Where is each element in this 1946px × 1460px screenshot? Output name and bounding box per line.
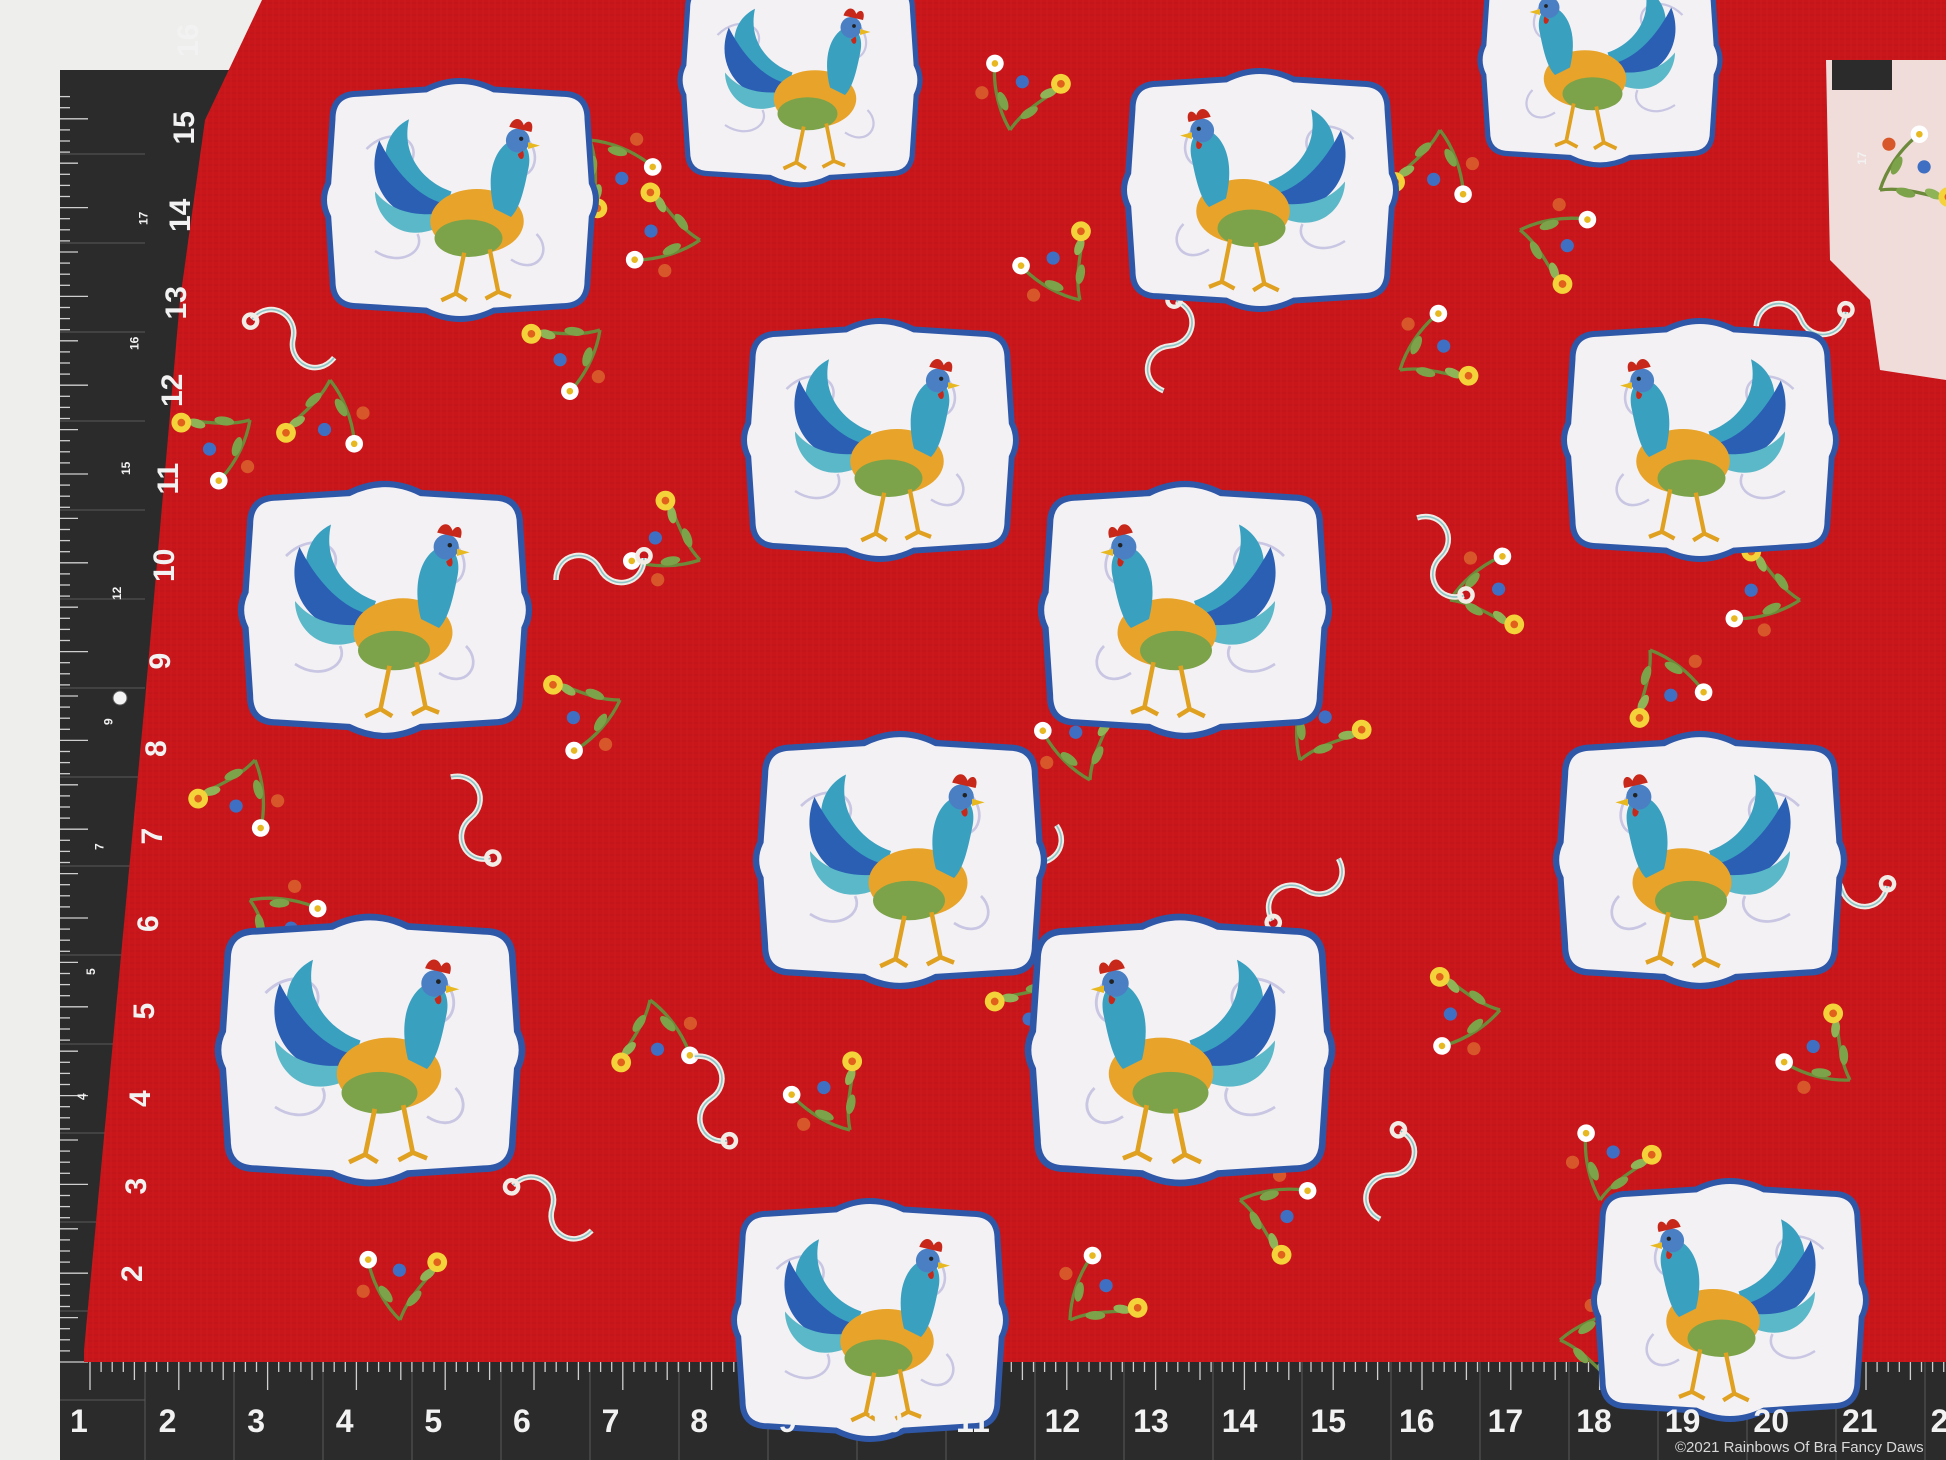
ruler-left-small-number: 16 bbox=[128, 336, 142, 350]
ruler-bottom-number: 19 bbox=[1665, 1403, 1701, 1439]
ruler-bottom-number: 10 bbox=[867, 1403, 903, 1439]
rooster-medallion-icon bbox=[241, 484, 529, 736]
ruler-bottom-number: 17 bbox=[1488, 1403, 1524, 1439]
ruler-left-small-number: 17 bbox=[136, 211, 150, 225]
ruler-left-number: 11 bbox=[152, 463, 185, 495]
ruler-left-number: 8 bbox=[140, 740, 173, 757]
ruler-bottom-number: 18 bbox=[1576, 1403, 1612, 1439]
ruler-left-small-number: 5 bbox=[84, 968, 98, 975]
ruler-left-number: 2 bbox=[116, 1265, 149, 1282]
ruler-bottom-number: 11 bbox=[956, 1403, 990, 1439]
ruler-left-number: 15 bbox=[168, 111, 201, 144]
ruler-bottom-number: 5 bbox=[424, 1403, 442, 1439]
ruler-bottom-number: 7 bbox=[602, 1403, 620, 1439]
ruler-left-number: 10 bbox=[148, 549, 181, 582]
ruler-left-number: 9 bbox=[144, 653, 177, 670]
rooster-medallion-icon bbox=[1564, 321, 1836, 559]
ruler-bottom-number: 15 bbox=[1310, 1403, 1346, 1439]
ruler-left-small-number: 9 bbox=[101, 718, 115, 725]
ruler-bottom-number: 9 bbox=[779, 1403, 797, 1439]
fabric bbox=[84, 0, 1946, 1439]
ruler-bottom-number: 13 bbox=[1133, 1403, 1169, 1439]
ruler-bottom-number: 1 bbox=[70, 1403, 88, 1439]
ruler-left-number: 7 bbox=[136, 828, 169, 845]
ruler-left-number: 4 bbox=[124, 1090, 157, 1107]
rooster-medallion-icon bbox=[1124, 71, 1396, 309]
watermark-text: ©2021 Rainbows Of Bra Fancy Daws bbox=[1675, 1439, 1924, 1456]
ruler-left-number: 14 bbox=[164, 198, 197, 232]
ruler-left-small-number: 7 bbox=[93, 843, 107, 850]
ruler-bottom-number: 2 bbox=[159, 1403, 177, 1439]
ruler-left-number: 5 bbox=[128, 1003, 161, 1020]
rooster-medallion-icon bbox=[1028, 917, 1332, 1183]
rooster-medallion-icon bbox=[1041, 484, 1329, 736]
rooster-medallion-icon bbox=[324, 81, 596, 319]
photo-scene: 12345678910111213141516171819202122 2345… bbox=[0, 0, 1946, 1460]
rooster-medallion-icon bbox=[756, 734, 1044, 986]
rooster-medallion-icon bbox=[680, 0, 920, 185]
ruler-left-small-number: 15 bbox=[119, 461, 133, 475]
ruler-bottom-number: 14 bbox=[1222, 1403, 1258, 1439]
ruler-left-number: 3 bbox=[120, 1178, 153, 1195]
rooster-medallion-icon bbox=[744, 321, 1016, 559]
ruler-bottom-number: 4 bbox=[336, 1403, 354, 1439]
ruler-bottom-number: 6 bbox=[513, 1403, 531, 1439]
rooster-medallion-icon bbox=[1480, 0, 1720, 165]
ruler-right-small-number: 17 bbox=[1855, 151, 1869, 165]
ruler-left-number: 16 bbox=[172, 24, 205, 57]
rooster-medallion-icon bbox=[1556, 734, 1844, 986]
ruler-left-small-number: 12 bbox=[110, 586, 124, 600]
ruler-bottom-number: 8 bbox=[690, 1403, 708, 1439]
ruler-left-small-number: 4 bbox=[75, 1093, 89, 1100]
rooster-medallion-icon bbox=[218, 917, 522, 1183]
ruler-left-number: 6 bbox=[132, 915, 165, 932]
ruler-left-number: 12 bbox=[156, 374, 189, 407]
ruler-bottom-number: 12 bbox=[1045, 1403, 1081, 1439]
ruler-bottom-number: 3 bbox=[247, 1403, 265, 1439]
ruler-bottom-number: 22 bbox=[1931, 1403, 1946, 1439]
rooster-medallion-icon bbox=[1594, 1181, 1866, 1419]
ruler-bottom-number: 16 bbox=[1399, 1403, 1435, 1439]
ruler-bottom-number: 21 bbox=[1842, 1403, 1878, 1439]
ruler-left-number: 13 bbox=[160, 286, 193, 319]
ruler-bottom-number: 20 bbox=[1753, 1403, 1789, 1439]
